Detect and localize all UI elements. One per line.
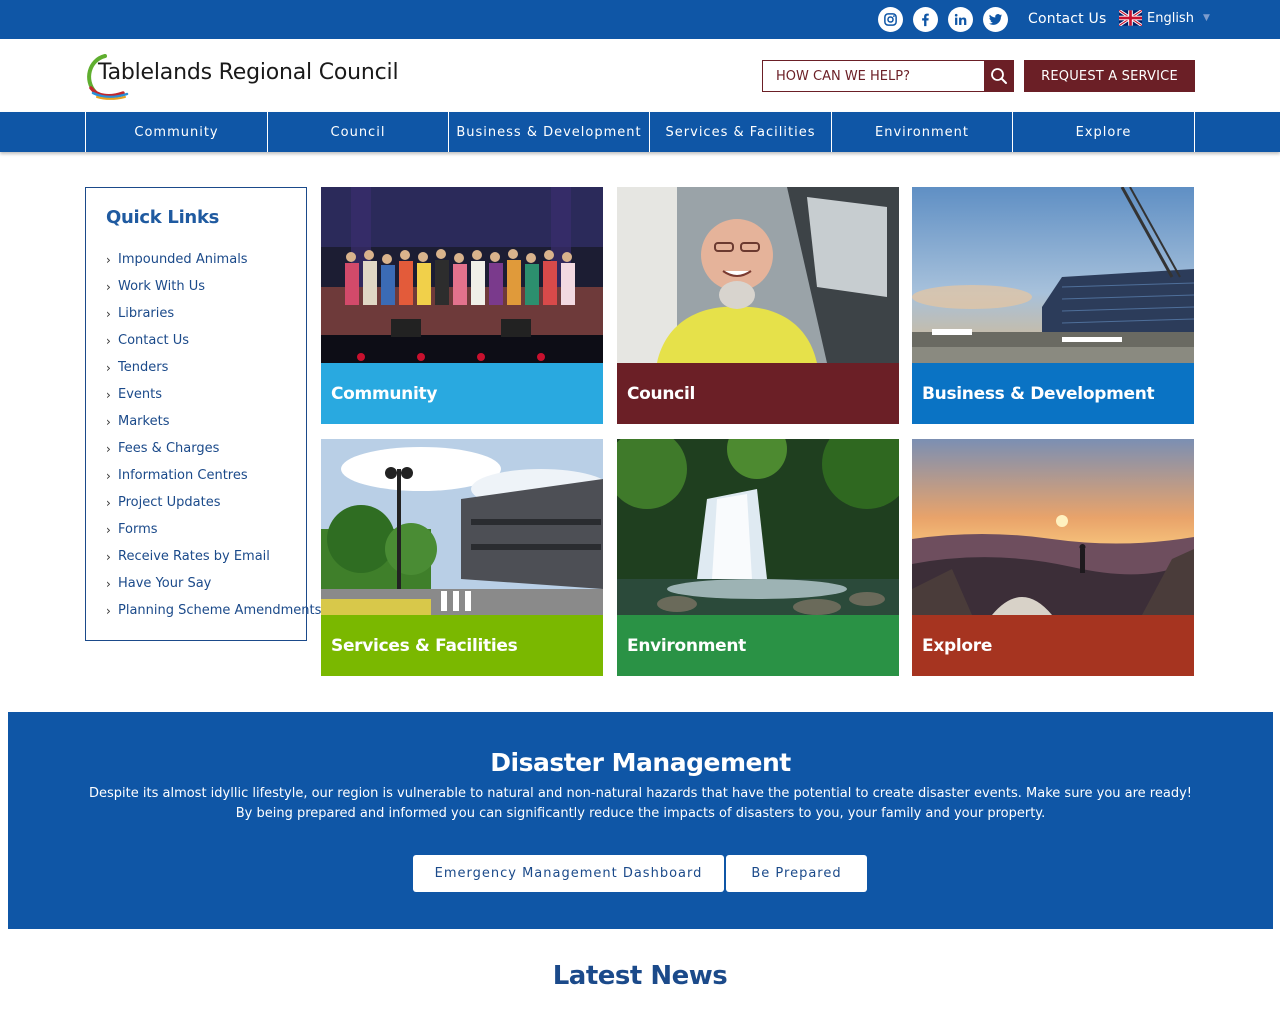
nav-divider [1194,112,1195,152]
language-selector[interactable]: English ▼ [1119,10,1210,26]
disaster-management-section: Disaster Management Despite its almost i… [8,712,1273,929]
language-label: English [1147,10,1194,26]
tile-label: Business & Development [912,363,1194,424]
tile-label: Council [617,363,899,424]
quick-link[interactable]: › Information Centres [106,462,321,489]
tile-community[interactable]: Community [321,187,603,424]
quick-link[interactable]: › Forms [106,516,321,543]
instagram-icon[interactable] [878,7,903,32]
uk-flag-icon [1119,10,1142,26]
main-nav: Community Council Business & Development… [0,112,1280,152]
quick-link-label: Forms [118,522,158,537]
explore-photo [912,439,1194,615]
search-input[interactable] [762,60,984,92]
quick-link[interactable]: › Receive Rates by Email [106,543,321,570]
chevron-right-icon: › [106,279,111,294]
quick-link-label: Markets [118,414,170,429]
contact-us-link[interactable]: Contact Us [1028,11,1106,27]
chevron-down-icon: ▼ [1202,13,1210,23]
chevron-right-icon: › [106,414,111,429]
quick-link[interactable]: › Work With Us [106,273,321,300]
quick-link-label: Have Your Say [118,576,212,591]
nav-item-services-facilities[interactable]: Services & Facilities [649,112,831,152]
quick-link-label: Libraries [118,306,175,321]
chevron-right-icon: › [106,333,111,348]
quick-link-label: Fees & Charges [118,441,220,456]
quick-link[interactable]: › Project Updates [106,489,321,516]
chevron-right-icon: › [106,549,111,564]
twitter-icon[interactable] [983,7,1008,32]
top-bar: Contact Us English ▼ [0,0,1280,39]
quick-link[interactable]: › Contact Us [106,327,321,354]
chevron-right-icon: › [106,522,111,537]
quick-link[interactable]: › Planning Scheme Amendments [106,597,321,624]
tile-explore[interactable]: Explore [912,439,1194,676]
tile-business-development[interactable]: Business & Development [912,187,1194,424]
latest-news-title: Latest News [552,961,728,991]
quick-link-label: Tenders [118,360,169,375]
chevron-right-icon: › [106,468,111,483]
quick-link-label: Impounded Animals [118,252,248,267]
business-development-photo [912,187,1194,363]
nav-item-explore[interactable]: Explore [1012,112,1194,152]
services-facilities-photo [321,439,603,615]
chevron-right-icon: › [106,252,111,267]
council-photo [617,187,899,363]
quick-links-list: › Impounded Animals › Work With Us › Librar… [106,246,321,624]
emergency-dashboard-button[interactable]: Emergency Management Dashboard [413,855,724,892]
tile-label: Community [321,363,603,424]
quick-link[interactable]: › Events [106,381,321,408]
community-photo [321,187,603,363]
nav-item-community[interactable]: Community [85,112,267,152]
chevron-right-icon: › [106,603,111,618]
tile-services-facilities[interactable]: Services & Facilities [321,439,603,676]
tile-label: Environment [617,615,899,676]
environment-photo [617,439,899,615]
quick-link-label: Project Updates [118,495,221,510]
nav-item-business-development[interactable]: Business & Development [448,112,649,152]
quick-link[interactable]: › Impounded Animals [106,246,321,273]
linkedin-icon[interactable] [948,7,973,32]
tile-label: Services & Facilities [321,615,603,676]
facebook-icon[interactable] [913,7,938,32]
chevron-right-icon: › [106,387,111,402]
nav-item-council[interactable]: Council [267,112,448,152]
quick-links-panel: Quick Links › Impounded Animals › Work Wit… [85,187,321,641]
quick-link-label: Work With Us [118,279,205,294]
chevron-right-icon: › [106,360,111,375]
disaster-text-line2: By being prepared and informed you can s… [235,806,1046,821]
disaster-text-line1: Despite its almost idyllic lifestyle, ou… [89,786,1192,801]
search-bar [762,60,1014,92]
chevron-right-icon: › [106,495,111,510]
chevron-right-icon: › [106,441,111,456]
quick-links-title: Quick Links [106,207,220,228]
quick-link[interactable]: › Fees & Charges [106,435,321,462]
tile-council[interactable]: Council [617,187,899,424]
quick-link[interactable]: › Have Your Say [106,570,321,597]
quick-link-label: Events [118,387,163,402]
be-prepared-button[interactable]: Be Prepared [726,855,867,892]
tile-environment[interactable]: Environment [617,439,899,676]
quick-link-label: Information Centres [118,468,248,483]
nav-item-environment[interactable]: Environment [831,112,1012,152]
disaster-title: Disaster Management [490,748,791,777]
quick-link-label: Contact Us [118,333,189,348]
chevron-right-icon: › [106,576,111,591]
site-name: Tablelands Regional Council [98,60,399,85]
request-service-button[interactable]: REQUEST A SERVICE [1024,60,1195,92]
tile-label: Explore [912,615,1194,676]
chevron-right-icon: › [106,306,111,321]
quick-link-label: Planning Scheme Amendments [118,603,322,618]
quick-link[interactable]: › Markets [106,408,321,435]
search-button[interactable] [984,60,1014,92]
search-icon [991,68,1007,84]
quick-link[interactable]: › Tenders [106,354,321,381]
quick-link[interactable]: › Libraries [106,300,321,327]
quick-link-label: Receive Rates by Email [118,549,270,564]
